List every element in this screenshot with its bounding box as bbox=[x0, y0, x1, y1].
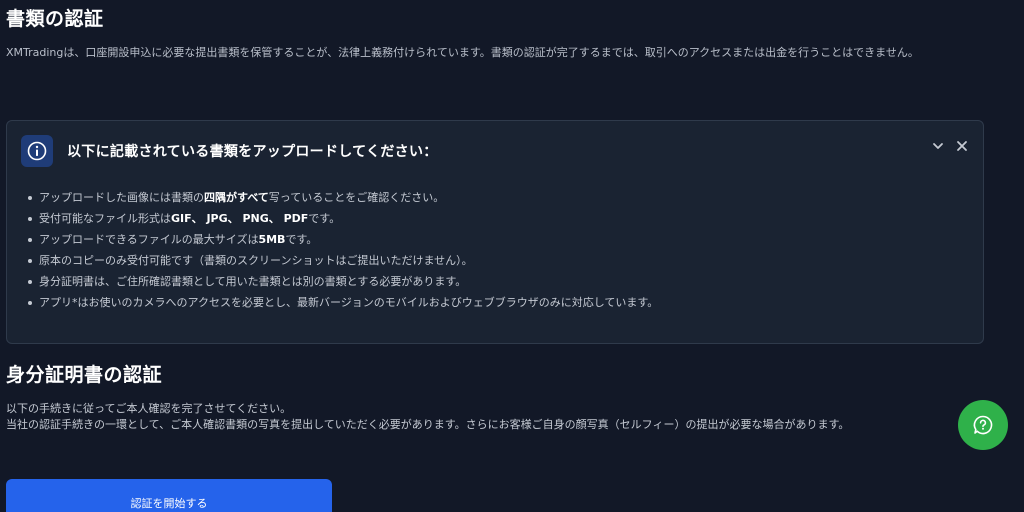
page-title: 書類の認証 bbox=[6, 8, 104, 30]
intro-text: XMTradingは、口座開設申込に必要な提出書類を保管することが、法律上義務付… bbox=[6, 46, 919, 59]
id-verification-description: 以下の手続きに従ってご本人確認を完了させてください。 当社の認証手続きの一環とし… bbox=[6, 401, 966, 433]
list-item: アプリ*はお使いのカメラへのアクセスを必要とし、最新バージョンのモバイルおよびウ… bbox=[27, 292, 658, 313]
chevron-down-icon[interactable] bbox=[931, 139, 945, 153]
notice-title: 以下に記載されている書類をアップロードしてください： bbox=[67, 144, 438, 160]
list-item: 身分証明書は、ご住所確認書類として用いた書類とは別の書類とする必要があります。 bbox=[27, 271, 658, 292]
help-chat-button[interactable] bbox=[958, 400, 1008, 450]
info-icon bbox=[21, 135, 53, 167]
notice-list: アップロードした画像には書類の四隅がすべて写っていることをご確認ください。 受付… bbox=[27, 187, 658, 313]
page: 書類の認証 XMTradingは、口座開設申込に必要な提出書類を保管することが、… bbox=[0, 0, 1024, 512]
id-description-line-1: 以下の手続きに従ってご本人確認を完了させてください。 bbox=[6, 402, 292, 415]
list-item: アップロードした画像には書類の四隅がすべて写っていることをご確認ください。 bbox=[27, 187, 658, 208]
help-chat-icon bbox=[973, 415, 993, 435]
id-description-line-2: 当社の認証手続きの一環として、ご本人確認書類の写真を提出していただく必要がありま… bbox=[6, 418, 850, 431]
upload-instructions-panel: 以下に記載されている書類をアップロードしてください： アップロードした画像には書… bbox=[6, 120, 984, 344]
list-item: 受付可能なファイル形式はGIF、 JPG、 PNG、 PDFです。 bbox=[27, 208, 658, 229]
notice-actions bbox=[931, 139, 969, 153]
list-item: アップロードできるファイルの最大サイズは5MBです。 bbox=[27, 229, 658, 250]
id-verification-title: 身分証明書の認証 bbox=[6, 364, 163, 386]
start-verification-button[interactable]: 認証を開始する bbox=[6, 479, 332, 512]
close-icon[interactable] bbox=[955, 139, 969, 153]
list-item: 原本のコピーのみ受付可能です（書類のスクリーンショットはご提出いただけません）。 bbox=[27, 250, 658, 271]
